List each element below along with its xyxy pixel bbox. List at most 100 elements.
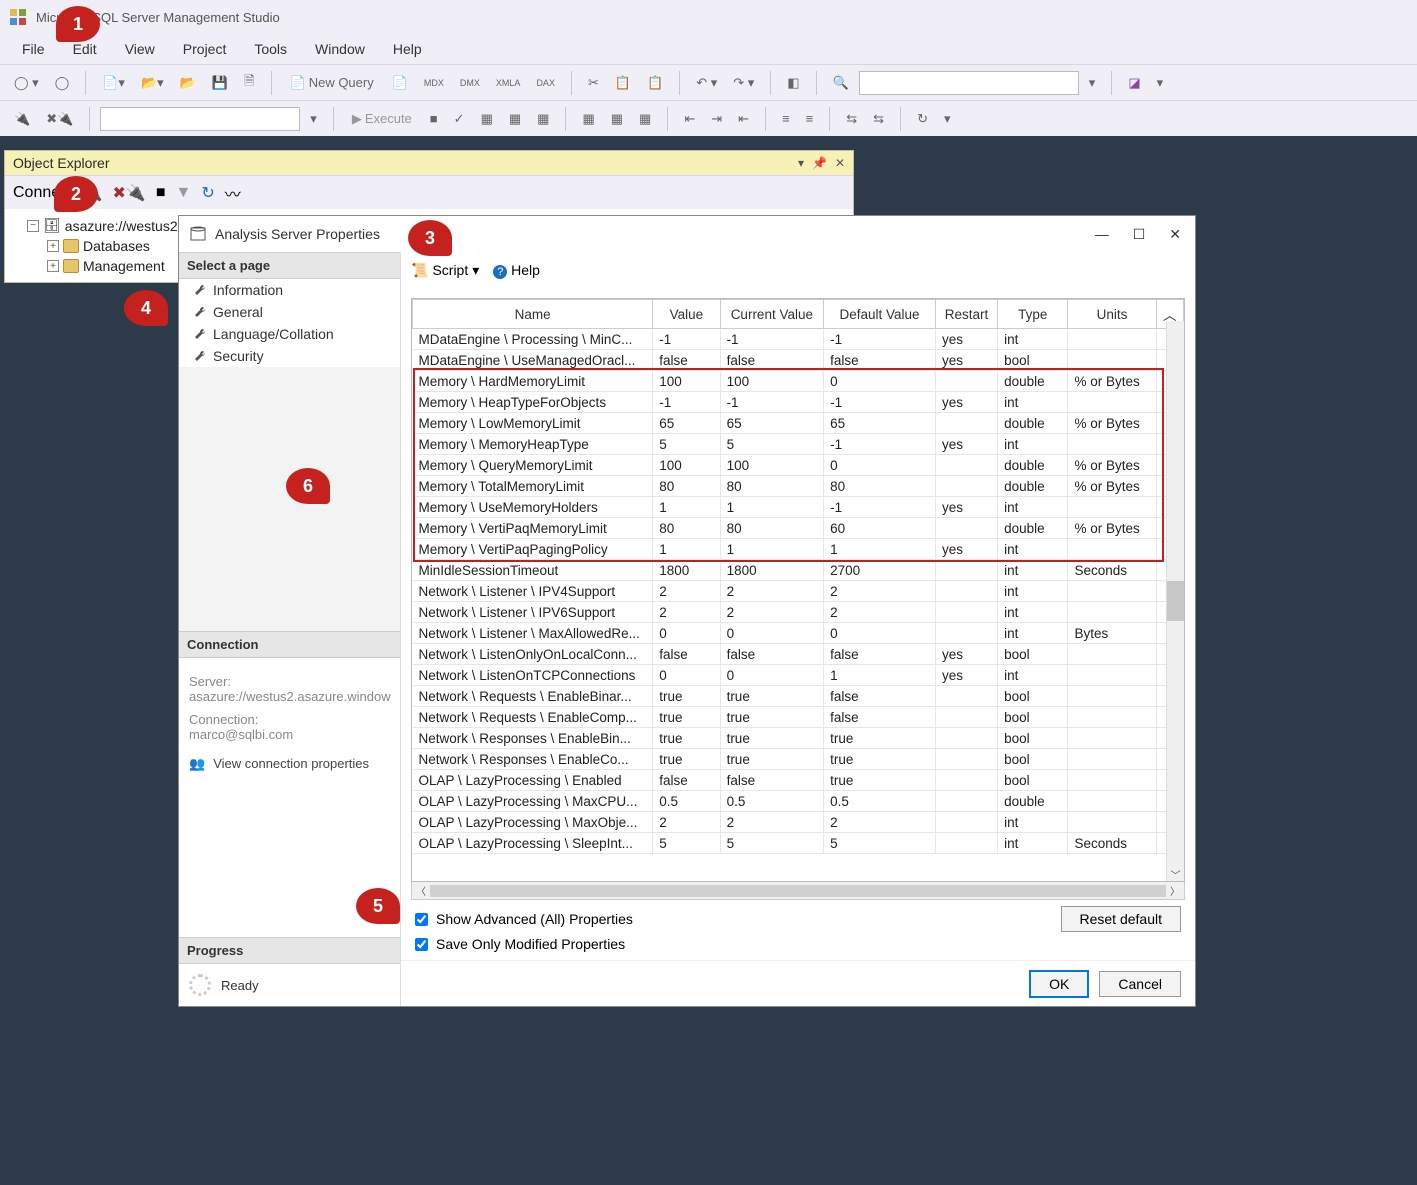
- table-cell[interactable]: false: [653, 350, 720, 371]
- table-cell[interactable]: yes: [935, 434, 997, 455]
- table-cell[interactable]: 0: [720, 665, 824, 686]
- table-row[interactable]: Memory \ HardMemoryLimit1001000double% o…: [413, 371, 1184, 392]
- table-row[interactable]: Memory \ UseMemoryHolders11-1yesint: [413, 497, 1184, 518]
- table-cell[interactable]: 0: [824, 455, 936, 476]
- copy-icon[interactable]: 📋: [609, 72, 637, 94]
- table-row[interactable]: Network \ ListenOnlyOnLocalConn...falsef…: [413, 644, 1184, 665]
- table-cell[interactable]: 1: [824, 539, 936, 560]
- search-icon[interactable]: 🔍: [827, 72, 855, 94]
- table-row[interactable]: OLAP \ LazyProcessing \ MaxCPU...0.50.50…: [413, 791, 1184, 812]
- table-cell[interactable]: 100: [653, 371, 720, 392]
- save-modified-checkbox[interactable]: Save Only Modified Properties: [415, 936, 1181, 952]
- table-cell[interactable]: 2: [720, 812, 824, 833]
- script-button[interactable]: 📜 Script ▾: [411, 262, 479, 279]
- table-cell[interactable]: [935, 560, 997, 581]
- table-cell[interactable]: yes: [935, 497, 997, 518]
- comment-icon[interactable]: ≡: [776, 108, 796, 129]
- col-units[interactable]: Units: [1068, 300, 1156, 329]
- table-cell[interactable]: % or Bytes: [1068, 371, 1156, 392]
- table-cell[interactable]: [1068, 497, 1156, 518]
- table-cell[interactable]: bool: [998, 350, 1068, 371]
- table-cell[interactable]: [1068, 434, 1156, 455]
- table-cell[interactable]: OLAP \ LazyProcessing \ Enabled: [413, 770, 653, 791]
- refresh-oe-icon[interactable]: ↻: [201, 183, 214, 203]
- scroll-thumb[interactable]: [430, 885, 1166, 897]
- collapse-icon[interactable]: −: [27, 220, 39, 232]
- scroll-left-icon[interactable]: 〈: [414, 884, 428, 898]
- table-cell[interactable]: OLAP \ LazyProcessing \ SleepInt...: [413, 833, 653, 854]
- table-cell[interactable]: false: [653, 644, 720, 665]
- table-cell[interactable]: false: [720, 644, 824, 665]
- table-cell[interactable]: Memory \ HardMemoryLimit: [413, 371, 653, 392]
- table-cell[interactable]: true: [720, 686, 824, 707]
- plug-icon[interactable]: 🔌: [8, 108, 36, 130]
- stop-icon[interactable]: ■: [424, 108, 444, 129]
- panel-menu-icon[interactable]: ▾: [798, 156, 804, 170]
- table-row[interactable]: Network \ Listener \ IPV4Support222int: [413, 581, 1184, 602]
- table-cell[interactable]: 2: [824, 812, 936, 833]
- table-cell[interactable]: true: [653, 749, 720, 770]
- table-cell[interactable]: 0: [824, 623, 936, 644]
- xmla-lbl-icon[interactable]: XMLA: [490, 75, 527, 91]
- properties-grid[interactable]: Name Value Current Value Default Value R…: [411, 298, 1185, 882]
- indent-icon[interactable]: ⇤: [678, 108, 701, 130]
- table-cell[interactable]: int: [998, 434, 1068, 455]
- table-cell[interactable]: 65: [824, 413, 936, 434]
- table-cell[interactable]: double: [998, 413, 1068, 434]
- table-cell[interactable]: Memory \ LowMemoryLimit: [413, 413, 653, 434]
- table-cell[interactable]: 0: [720, 623, 824, 644]
- reset-default-button[interactable]: Reset default: [1061, 906, 1182, 932]
- table-row[interactable]: Network \ Listener \ MaxAllowedRe...000i…: [413, 623, 1184, 644]
- table-row[interactable]: Memory \ LowMemoryLimit656565double% or …: [413, 413, 1184, 434]
- table-cell[interactable]: [1068, 791, 1156, 812]
- filter-icon[interactable]: ▼: [176, 184, 192, 202]
- cancel-button[interactable]: Cancel: [1099, 971, 1181, 997]
- table-row[interactable]: OLAP \ LazyProcessing \ Enabledfalsefals…: [413, 770, 1184, 791]
- table-cell[interactable]: -1: [653, 392, 720, 413]
- redo-icon[interactable]: ↷ ▾: [727, 72, 760, 94]
- page-language[interactable]: Language/Collation: [179, 323, 400, 345]
- table-cell[interactable]: 80: [720, 518, 824, 539]
- layout3-icon[interactable]: ▦: [633, 108, 657, 130]
- col-restart[interactable]: Restart: [935, 300, 997, 329]
- table-cell[interactable]: [1068, 812, 1156, 833]
- table-cell[interactable]: -1: [824, 497, 936, 518]
- close-button[interactable]: ✕: [1169, 226, 1181, 243]
- table-cell[interactable]: int: [998, 560, 1068, 581]
- table-cell[interactable]: [935, 770, 997, 791]
- refresh-icon[interactable]: ↻: [911, 108, 934, 130]
- table-row[interactable]: Network \ Requests \ EnableBinar...truet…: [413, 686, 1184, 707]
- cut-icon[interactable]: ✂: [582, 72, 605, 94]
- table-cell[interactable]: yes: [935, 665, 997, 686]
- table-cell[interactable]: false: [824, 707, 936, 728]
- activity-icon[interactable]: 〰: [225, 181, 241, 205]
- menu-file[interactable]: File: [8, 37, 59, 61]
- table-cell[interactable]: Network \ Listener \ IPV6Support: [413, 602, 653, 623]
- col-default[interactable]: Default Value: [824, 300, 936, 329]
- page-security[interactable]: Security: [179, 345, 400, 367]
- vertical-scrollbar[interactable]: ﹀: [1166, 321, 1184, 881]
- table-cell[interactable]: [1068, 581, 1156, 602]
- table-cell[interactable]: false: [824, 686, 936, 707]
- table-cell[interactable]: [935, 686, 997, 707]
- dmx-lbl-icon[interactable]: DMX: [454, 75, 486, 91]
- table-row[interactable]: Network \ Responses \ EnableBin...truetr…: [413, 728, 1184, 749]
- menu-project[interactable]: Project: [169, 37, 241, 61]
- table-cell[interactable]: Memory \ VertiPaqPagingPolicy: [413, 539, 653, 560]
- horizontal-scrollbar[interactable]: 〈 〉: [411, 882, 1185, 900]
- table-cell[interactable]: Network \ Responses \ EnableCo...: [413, 749, 653, 770]
- table-cell[interactable]: double: [998, 476, 1068, 497]
- table-cell[interactable]: double: [998, 371, 1068, 392]
- table-cell[interactable]: OLAP \ LazyProcessing \ MaxCPU...: [413, 791, 653, 812]
- table-cell[interactable]: 0: [653, 623, 720, 644]
- table-cell[interactable]: yes: [935, 644, 997, 665]
- menu-window[interactable]: Window: [301, 37, 379, 61]
- uncomment-icon[interactable]: ≡: [800, 108, 820, 129]
- table-cell[interactable]: -1: [824, 329, 936, 350]
- table-cell[interactable]: Memory \ QueryMemoryLimit: [413, 455, 653, 476]
- table-cell[interactable]: [1068, 644, 1156, 665]
- table-cell[interactable]: [935, 623, 997, 644]
- table-cell[interactable]: 0.5: [720, 791, 824, 812]
- table-cell[interactable]: Memory \ UseMemoryHolders: [413, 497, 653, 518]
- table-cell[interactable]: true: [824, 728, 936, 749]
